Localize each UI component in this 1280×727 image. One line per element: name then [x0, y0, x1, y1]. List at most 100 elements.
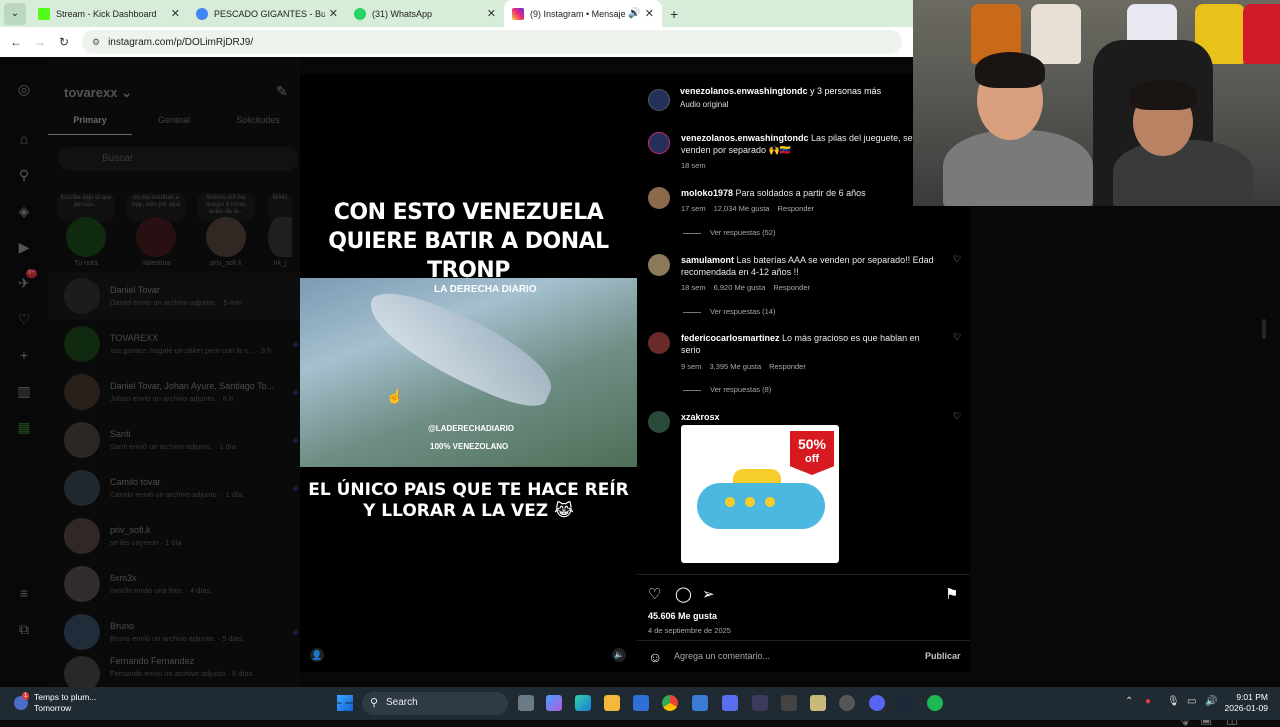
taskbar-search[interactable]: ⚲ Search	[362, 692, 508, 715]
forward-icon[interactable]: →	[28, 35, 52, 49]
toy-submarine	[697, 483, 825, 529]
url-text: instagram.com/p/DOLimRjDRJ9/	[108, 36, 254, 48]
like-icon[interactable]: ♡	[648, 585, 661, 603]
speaker-icon[interactable]: 🔊	[628, 8, 640, 19]
store-icon[interactable]	[692, 695, 708, 711]
video-logo: LA DERECHA DIARIO	[434, 284, 537, 295]
search-icon: ⚲	[370, 697, 379, 709]
close-icon[interactable]: ✕	[171, 7, 180, 20]
save-bookmark-icon[interactable]: ⚑	[945, 585, 958, 603]
share-icon[interactable]: ➢	[702, 585, 715, 603]
obs-icon[interactable]	[839, 695, 855, 711]
avatar[interactable]	[648, 132, 670, 154]
reload-icon[interactable]: ↻	[52, 35, 76, 49]
toy-window	[765, 497, 775, 507]
tab-kick[interactable]: Stream - Kick Dashboard ✕	[30, 0, 188, 27]
new-tab-button[interactable]: +	[670, 6, 678, 22]
close-icon[interactable]: ✕	[329, 7, 338, 20]
author-avatar[interactable]	[648, 89, 670, 111]
person-right	[1113, 140, 1253, 206]
discord-icon[interactable]	[869, 695, 885, 711]
close-icon[interactable]: ✕	[487, 7, 496, 20]
view-replies-button[interactable]: Ver respuestas (52)	[683, 228, 775, 237]
microphone-icon[interactable]: 🎙	[1167, 696, 1180, 707]
volume-icon[interactable]: 🔊	[1205, 696, 1217, 707]
tab-title: PESCADO GIGANTES - Buscar con Google	[214, 8, 325, 19]
like-count[interactable]: 45.606 Me gusta	[648, 611, 717, 621]
tagged-users-icon[interactable]: 👤	[310, 648, 324, 662]
file-explorer-icon[interactable]	[604, 695, 620, 711]
caption-meta: 18 sem	[681, 161, 706, 170]
post-actions: ♡ ◯ ➢ ⚑ 45.606 Me gusta 4 de septiembre …	[637, 574, 970, 635]
instagram-icon	[512, 7, 524, 20]
grid-app-icon[interactable]	[752, 695, 768, 711]
comment-meta: 17 sem 12,034 Me gusta Responder	[681, 204, 815, 213]
tab-search-button[interactable]: ⌄	[4, 2, 26, 25]
outlook-icon[interactable]	[633, 695, 649, 711]
comment-input[interactable]: Agrega un comentario...	[674, 651, 770, 661]
notepad-icon[interactable]	[810, 695, 826, 711]
post-date: 4 de septiembre de 2025	[648, 626, 731, 635]
avatar[interactable]	[648, 411, 670, 433]
volume-icon[interactable]: 🔈	[612, 648, 626, 662]
toy-window	[725, 497, 735, 507]
avatar[interactable]	[648, 254, 670, 276]
comment-text: xzakrosx	[681, 412, 720, 422]
embedded-video[interactable]: LA DERECHA DIARIO @LADERECHADIARIO 100% …	[300, 278, 637, 467]
avatar[interactable]	[648, 332, 670, 354]
google-icon	[196, 7, 208, 20]
edge-icon[interactable]	[575, 695, 591, 711]
post-author[interactable]: venezolanos.enwashingtondc y 3 personas …	[680, 86, 881, 96]
tab-instagram[interactable]: (9) Instagram • Mensajes 🔊 ✕	[504, 0, 662, 27]
comment-text: samulamont Las baterías AAA se venden po…	[681, 255, 934, 277]
weather-widget[interactable]: 1 Temps to plum... Tomorrow	[14, 692, 96, 714]
app-icon[interactable]	[722, 695, 738, 711]
video-handle: @LADERECHADIARIO	[428, 424, 515, 433]
reply-button[interactable]: Responder	[773, 283, 810, 292]
comment-composer: ☺ Agrega un comentario... Publicar	[637, 640, 970, 672]
chrome-icon[interactable]	[662, 695, 678, 711]
reply-button[interactable]: Responder	[777, 204, 814, 213]
jersey	[1243, 4, 1280, 64]
tab-title: (9) Instagram • Mensajes	[530, 8, 627, 19]
discount-badge: 50% off	[790, 431, 834, 475]
tab-title: (31) WhatsApp	[372, 8, 433, 19]
post-media[interactable]: CON ESTO VENEZUELA QUIERE BATIR A DONAL …	[300, 74, 637, 672]
view-replies-button[interactable]: Ver respuestas (14)	[683, 307, 775, 316]
tray-app-icon[interactable]: ●	[1145, 696, 1151, 707]
copilot-icon[interactable]	[546, 695, 562, 711]
webcam-overlay	[913, 0, 1280, 206]
comment-image[interactable]: 50% off	[681, 425, 839, 563]
emoji-icon[interactable]: ☺	[648, 649, 662, 665]
comment-icon[interactable]: ◯	[675, 585, 692, 603]
caption-text: venezolanos.enwashingtondc Las pilas del…	[681, 133, 913, 155]
publish-button[interactable]: Publicar	[925, 651, 961, 661]
system-clock[interactable]: 9:01 PM 2026-01-09	[1222, 692, 1268, 714]
like-comment-icon[interactable]: ♡	[953, 254, 961, 265]
steam-icon[interactable]	[898, 695, 914, 711]
chevron-up-icon[interactable]: ⌃	[1125, 696, 1133, 707]
avatar[interactable]	[648, 187, 670, 209]
like-comment-icon[interactable]: ♡	[953, 411, 961, 422]
comment-text: federicocarlosmartinez Lo más gracioso e…	[681, 333, 920, 355]
audio-link[interactable]: Audio original	[680, 100, 728, 109]
comment-meta: 9 sem 3,395 Me gusta Responder	[681, 362, 806, 371]
url-field[interactable]: ⚙ instagram.com/p/DOLimRjDRJ9/	[82, 30, 902, 54]
taskbar: 1 Temps to plum... Tomorrow ⚲ Search ⌃ ●…	[0, 687, 1280, 720]
site-info-icon[interactable]: ⚙	[92, 37, 100, 48]
capcut-icon[interactable]	[781, 695, 797, 711]
spotify-icon[interactable]	[927, 695, 943, 711]
task-view-icon[interactable]	[518, 695, 534, 711]
comment-text: moloko1978 Para soldados a partir de 6 a…	[681, 188, 866, 198]
comment-meta: 18 sem 6,920 Me gusta Responder	[681, 283, 811, 292]
back-icon[interactable]: ←	[4, 35, 28, 49]
network-icon[interactable]: ▭	[1187, 696, 1196, 707]
tab-whatsapp[interactable]: (31) WhatsApp ✕	[346, 0, 504, 27]
tab-google[interactable]: PESCADO GIGANTES - Buscar con Google ✕	[188, 0, 346, 27]
like-comment-icon[interactable]: ♡	[953, 332, 961, 343]
view-replies-button[interactable]: Ver respuestas (8)	[683, 385, 771, 394]
video-caption: 100% VENEZOLANO	[430, 442, 509, 451]
close-icon[interactable]: ✕	[645, 7, 654, 20]
reply-button[interactable]: Responder	[769, 362, 806, 371]
start-button[interactable]	[337, 695, 353, 711]
